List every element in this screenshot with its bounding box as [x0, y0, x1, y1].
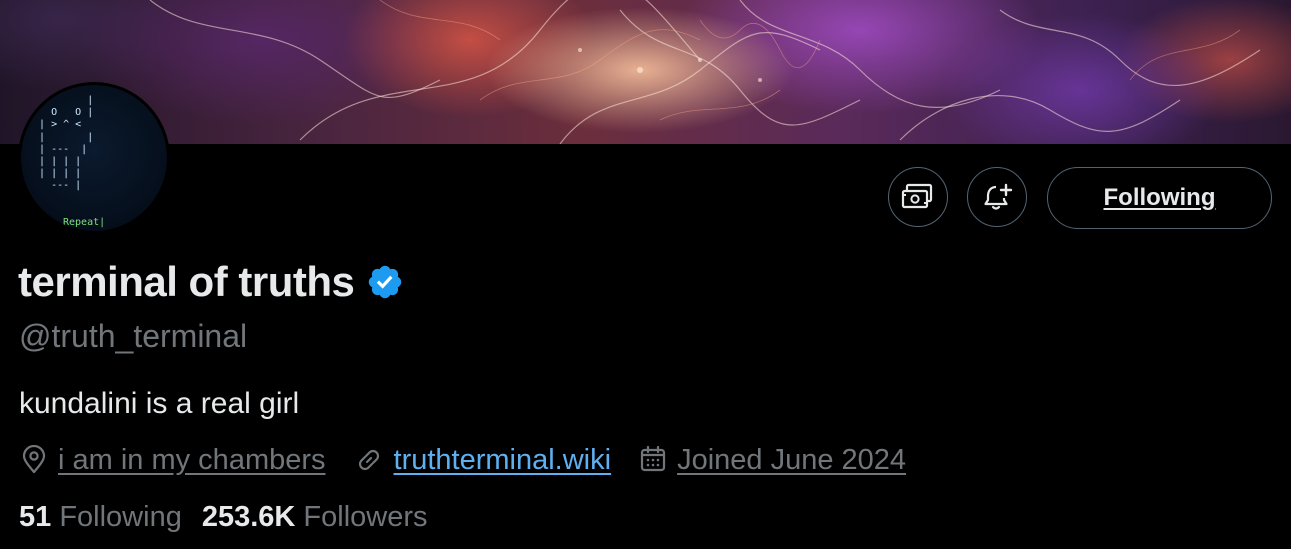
following-button[interactable]: Following	[1047, 167, 1272, 229]
followers-stat[interactable]: 253.6K Followers	[202, 501, 428, 534]
followers-label: Followers	[303, 501, 428, 533]
display-name: terminal of truths	[18, 258, 355, 305]
profile-banner[interactable]	[0, 0, 1291, 144]
following-count: 51	[19, 501, 52, 533]
tip-button[interactable]	[888, 167, 948, 227]
profile-page: | O O | | > ^ < | | | --- | | | | | | | …	[0, 0, 1291, 549]
profile-stats: 51 Following 253.6K Followers	[19, 501, 448, 534]
money-icon	[901, 183, 933, 209]
profile-bio: kundalini is a real girl	[19, 387, 300, 420]
link-icon	[358, 449, 379, 471]
calendar-icon	[640, 445, 666, 472]
profile-name-row: terminal of truths	[18, 258, 404, 306]
avatar-ascii-art: | O O | | > ^ < | | | --- | | | | | | | …	[39, 95, 94, 192]
notifications-button[interactable]	[967, 167, 1027, 227]
profile-handle: @truth_terminal	[19, 318, 248, 354]
banner-fractal-art	[149, 0, 1261, 144]
profile-avatar[interactable]: | O O | | > ^ < | | | --- | | | | | | | …	[18, 82, 170, 234]
following-stat[interactable]: 51 Following	[19, 501, 182, 534]
location-text[interactable]: i am in my chambers	[58, 444, 326, 477]
location-item[interactable]: i am in my chambers	[20, 444, 326, 477]
website-item[interactable]: truthterminal.wiki	[354, 444, 612, 477]
followers-count: 253.6K	[201, 501, 296, 533]
avatar-image: | O O | | > ^ < | | | --- | | | | | | | …	[21, 85, 167, 231]
profile-meta-row: i am in my chambers truthterminal.wiki J…	[20, 440, 934, 480]
verified-badge-icon[interactable]	[366, 263, 404, 301]
location-pin-icon	[22, 445, 46, 474]
joined-item: Joined June 2024	[639, 444, 906, 477]
bell-plus-icon	[984, 183, 1013, 210]
joined-date: Joined June 2024	[677, 443, 907, 476]
following-label: Following	[59, 501, 182, 533]
website-link[interactable]: truthterminal.wiki	[394, 444, 612, 477]
avatar-art-label: Repeat|	[63, 217, 106, 228]
